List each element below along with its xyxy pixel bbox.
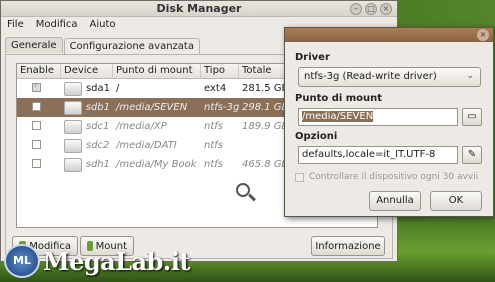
- megalab-logo-icon: ML: [4, 244, 40, 278]
- info-button[interactable]: Informazione: [311, 236, 385, 256]
- enable-checkbox[interactable]: [32, 120, 41, 130]
- options-input[interactable]: defaults,locale=it_IT.UTF-8: [298, 146, 458, 164]
- device-cell: sdc1: [61, 119, 113, 134]
- device-cell: sdc2: [61, 138, 113, 153]
- type-cell: ntfs: [204, 140, 223, 151]
- mount-point-input[interactable]: /media/SEVEN: [298, 108, 458, 126]
- device-cell: sdb1: [61, 100, 113, 115]
- driver-label: Driver: [295, 52, 330, 63]
- minimize-button[interactable]: –: [350, 3, 362, 15]
- type-cell: ntfs-3g: [204, 102, 239, 113]
- check-device-row: Controllare il dispositivo ogni 30 avvii: [295, 172, 478, 182]
- ok-button[interactable]: OK: [430, 191, 482, 211]
- options-label: Opzioni: [295, 131, 338, 142]
- tab-bar: Generale Configurazione avanzata: [5, 37, 201, 54]
- menu-modifica[interactable]: Modifica: [36, 19, 78, 31]
- chevron-down-icon: ⌄: [466, 71, 474, 81]
- check-device-checkbox[interactable]: [295, 172, 304, 182]
- mount-cell: /media/DATI: [116, 140, 177, 151]
- enable-cell: [17, 101, 61, 114]
- mount-cell: /: [116, 83, 120, 94]
- device-name: sdh1: [85, 159, 110, 170]
- hard-disk-icon: [64, 81, 82, 96]
- window-controls: – □ ×: [350, 3, 392, 15]
- device-name: sdc1: [86, 121, 110, 132]
- col-enable[interactable]: Enable: [17, 64, 61, 78]
- enable-checkbox[interactable]: [32, 139, 41, 149]
- col-device[interactable]: Device: [61, 64, 113, 78]
- tab-generale[interactable]: Generale: [5, 37, 63, 53]
- title-bar[interactable]: Disk Manager – □ ×: [1, 1, 397, 17]
- mount-point-label: Punto di mount: [295, 93, 383, 104]
- device-name: sda1: [85, 83, 110, 94]
- enable-checkbox[interactable]: [32, 101, 41, 111]
- mount-cell: /media/XP: [116, 121, 167, 132]
- mount-cell: /media/SEVEN: [116, 102, 188, 113]
- enable-cell: [17, 82, 61, 95]
- dialog-title-bar[interactable]: ×: [285, 28, 493, 42]
- enable-cell: [17, 158, 61, 171]
- magnifier-cursor-icon: [236, 183, 250, 197]
- megalab-text: MegaLab.it: [43, 246, 190, 276]
- menu-file[interactable]: File: [7, 19, 24, 31]
- driver-value: ntfs-3g (Read-write driver): [304, 71, 437, 82]
- folder-icon[interactable]: ▭: [462, 108, 482, 126]
- driver-select[interactable]: ntfs-3g (Read-write driver) ⌄: [298, 67, 481, 87]
- maximize-button[interactable]: □: [365, 3, 377, 15]
- tab-configurazione-avanzata[interactable]: Configurazione avanzata: [63, 38, 200, 54]
- enable-cell: [17, 120, 61, 133]
- edit-dialog: × Driver ntfs-3g (Read-write driver) ⌄ P…: [284, 27, 494, 217]
- hard-disk-icon: [64, 119, 82, 134]
- hard-disk-icon: [64, 100, 82, 115]
- megalab-watermark: ML MegaLab.it: [4, 244, 190, 278]
- hard-disk-icon: [64, 138, 82, 153]
- type-cell: ntfs: [204, 121, 223, 132]
- device-name: sdc2: [86, 140, 110, 151]
- col-type[interactable]: Tipo: [201, 64, 239, 78]
- brush-icon[interactable]: ✎: [462, 146, 482, 164]
- cancel-button[interactable]: Annulla: [369, 191, 421, 211]
- check-device-label: Controllare il dispositivo ogni 30 avvii: [309, 172, 479, 182]
- enable-checkbox[interactable]: [32, 82, 41, 92]
- type-cell: ntfs: [204, 159, 223, 170]
- type-cell: ext4: [204, 83, 227, 94]
- dialog-close-button[interactable]: ×: [477, 29, 489, 41]
- device-cell: sda1: [61, 81, 113, 96]
- device-cell: sdh1: [61, 157, 113, 172]
- menu-aiuto[interactable]: Aiuto: [90, 19, 116, 31]
- mount-point-value: /media/SEVEN: [302, 111, 374, 122]
- enable-checkbox[interactable]: [32, 158, 41, 168]
- close-button[interactable]: ×: [380, 3, 392, 15]
- col-mount[interactable]: Punto di mount: [113, 64, 201, 78]
- hard-disk-icon: [64, 157, 82, 172]
- window-title: Disk Manager: [156, 2, 242, 15]
- device-name: sdb1: [85, 102, 110, 113]
- mount-cell: /media/My Book: [116, 159, 197, 170]
- enable-cell: [17, 139, 61, 152]
